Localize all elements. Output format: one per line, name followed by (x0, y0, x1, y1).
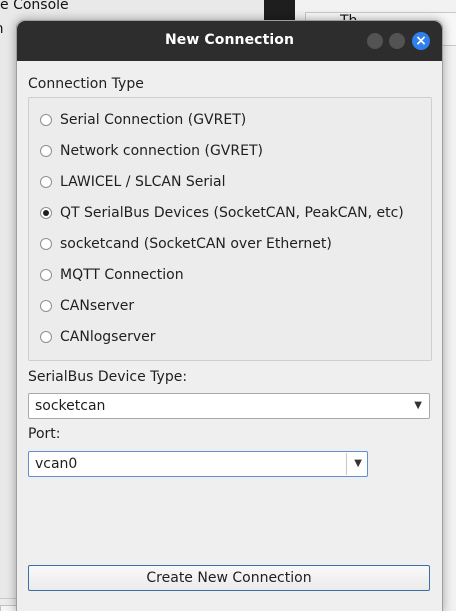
connection-type-group: Serial Connection (GVRET) Network connec… (28, 97, 432, 361)
radio-label: socketcand (SocketCAN over Ethernet) (60, 236, 332, 252)
radio-qt-serialbus[interactable]: QT SerialBus Devices (SocketCAN, PeakCAN… (40, 202, 404, 224)
radio-network-gvret[interactable]: Network connection (GVRET) (40, 140, 263, 162)
radio-label: Serial Connection (GVRET) (60, 112, 247, 128)
radio-button-icon (40, 331, 52, 343)
port-label: Port: (28, 426, 61, 442)
radio-label: LAWICEL / SLCAN Serial (60, 174, 226, 190)
radio-canserver[interactable]: CANserver (40, 295, 134, 317)
port-value: vcan0 (35, 456, 78, 472)
close-icon: × (415, 33, 427, 49)
radio-lawicel-slcan[interactable]: LAWICEL / SLCAN Serial (40, 171, 226, 193)
background-menu-item: e Console (0, 0, 69, 13)
radio-canlogserver[interactable]: CANlogserver (40, 326, 155, 348)
radio-label: QT SerialBus Devices (SocketCAN, PeakCAN… (60, 205, 404, 221)
create-new-connection-button[interactable]: Create New Connection (28, 565, 430, 591)
radio-label: CANserver (60, 298, 135, 314)
new-connection-dialog: New Connection × Connection Type Serial … (16, 20, 443, 611)
radio-button-icon (40, 269, 52, 281)
radio-button-checked-icon (40, 207, 52, 219)
radio-button-icon (40, 176, 52, 188)
maximize-button[interactable] (389, 33, 405, 49)
radio-button-icon (40, 145, 52, 157)
radio-button-icon (40, 114, 52, 126)
serialbus-device-type-select[interactable]: socketcan ▼ (28, 393, 430, 419)
port-input[interactable]: vcan0 ▼ (28, 451, 368, 477)
radio-label: Network connection (GVRET) (60, 143, 263, 159)
chevron-down-icon[interactable]: ▼ (354, 458, 362, 469)
connection-type-label: Connection Type (28, 76, 144, 92)
radio-label: CANlogserver (60, 329, 156, 345)
background-menu-item: on (0, 21, 3, 37)
radio-socketcand[interactable]: socketcand (SocketCAN over Ethernet) (40, 233, 332, 255)
close-button[interactable]: × (412, 32, 430, 50)
radio-mqtt[interactable]: MQTT Connection (40, 264, 184, 286)
radio-button-icon (40, 238, 52, 250)
radio-label: MQTT Connection (60, 267, 184, 283)
combo-separator (346, 453, 347, 475)
serialbus-device-type-label: SerialBus Device Type: (28, 369, 188, 385)
serialbus-device-type-value: socketcan (35, 398, 106, 414)
chevron-down-icon: ▼ (414, 400, 422, 411)
radio-button-icon (40, 300, 52, 312)
radio-serial-gvret[interactable]: Serial Connection (GVRET) (40, 109, 246, 131)
minimize-button[interactable] (367, 33, 383, 49)
dialog-titlebar[interactable]: New Connection × (17, 21, 442, 61)
